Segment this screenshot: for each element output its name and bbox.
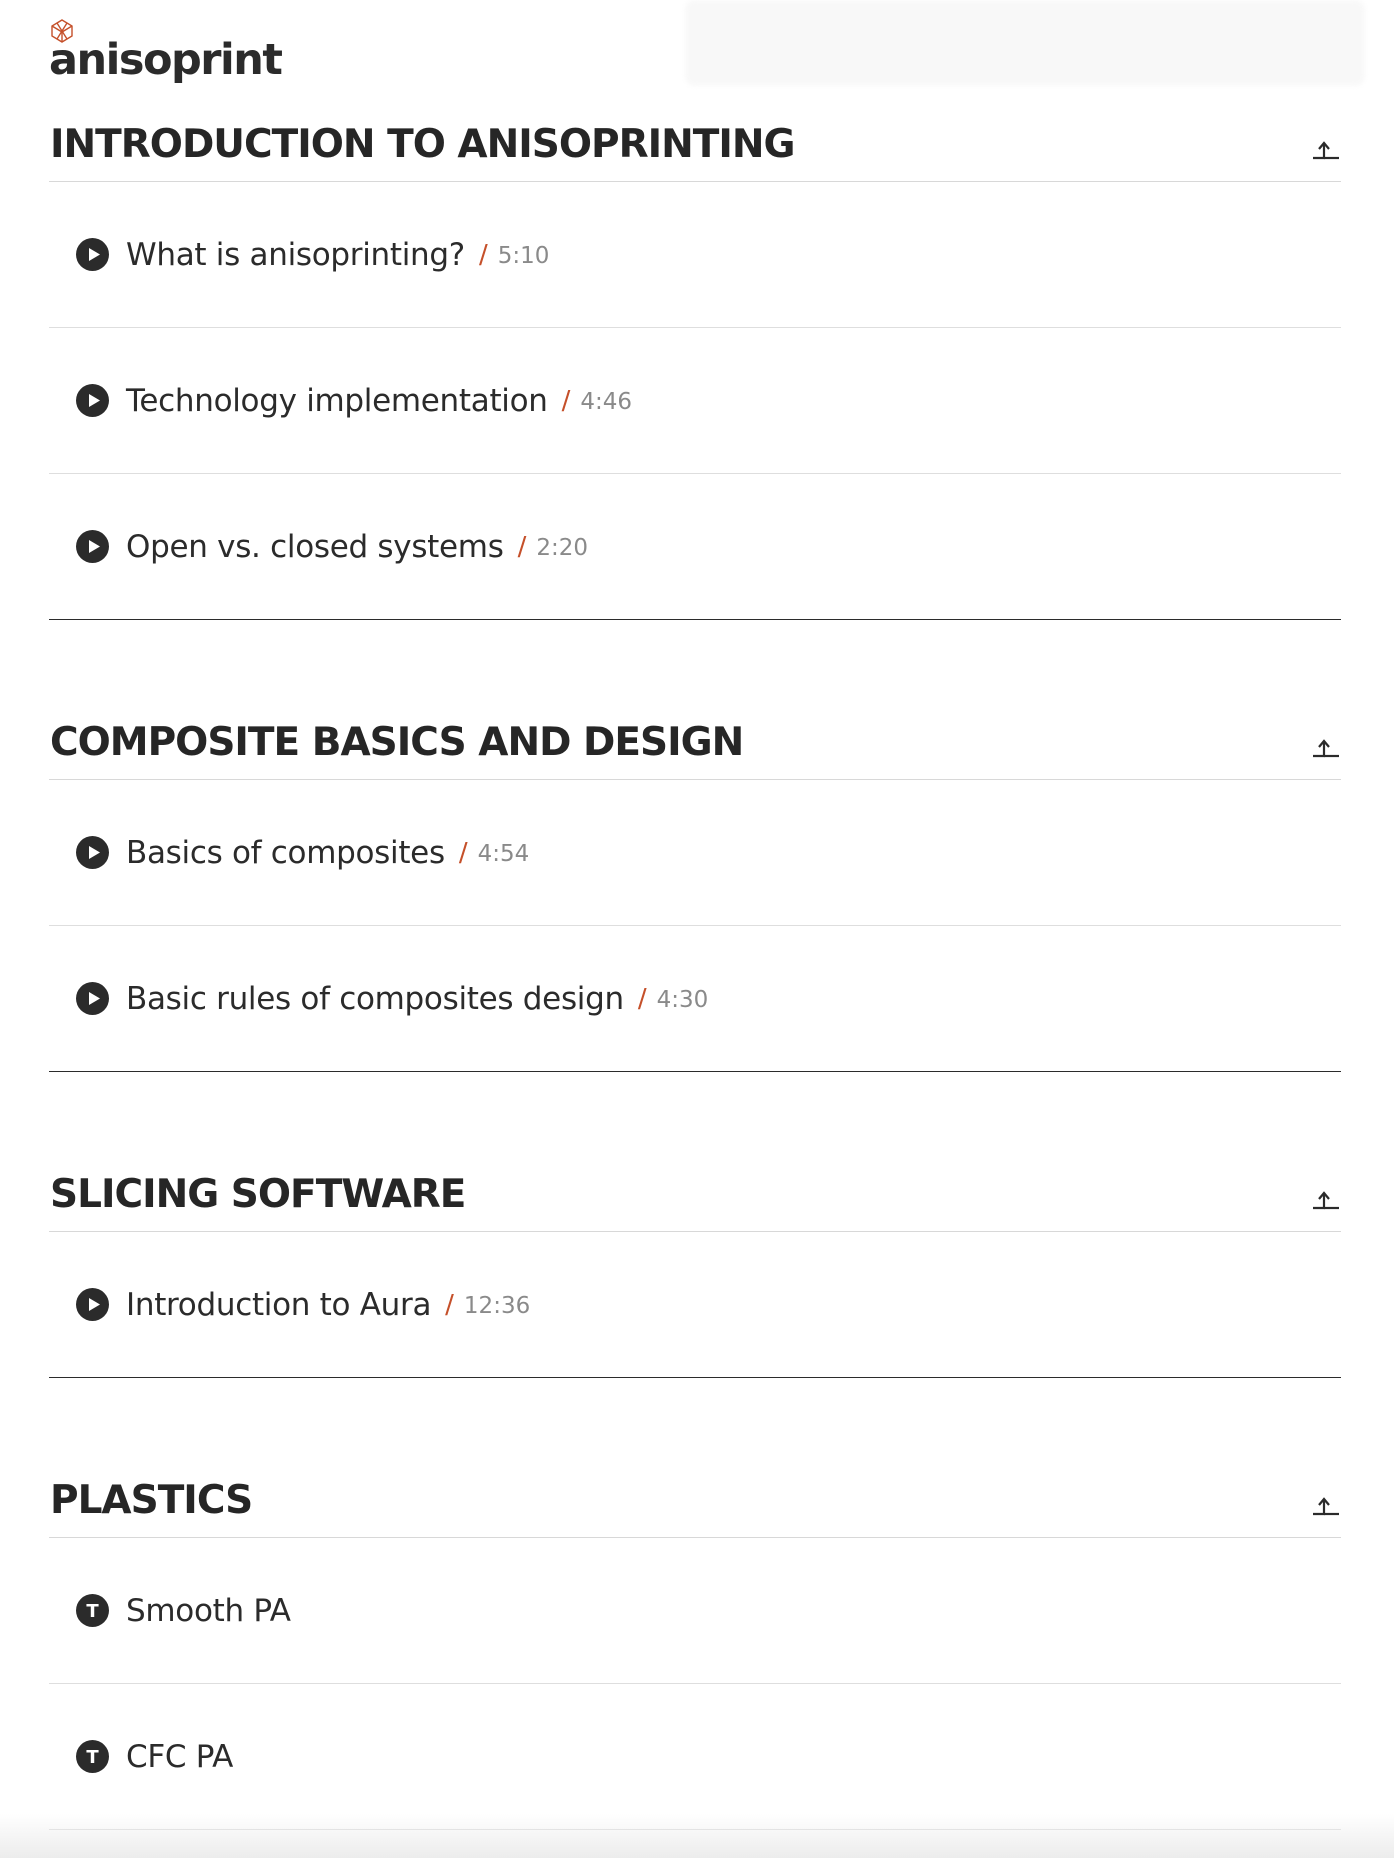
section-title: SLICING SOFTWARE xyxy=(50,1172,466,1217)
lesson-duration: 12:36 xyxy=(463,1293,531,1319)
section-header[interactable]: COMPOSITE BASICS AND DESIGN xyxy=(49,716,1341,780)
play-icon xyxy=(76,530,109,563)
section-header[interactable]: INTRODUCTION TO ANISOPRINTING xyxy=(49,118,1341,182)
duration-separator: / xyxy=(478,239,488,270)
logo-mark-icon xyxy=(51,19,73,43)
top-bar-background xyxy=(685,0,1365,86)
duration-separator: / xyxy=(561,385,571,416)
play-icon xyxy=(76,238,109,271)
bottom-fade xyxy=(0,1814,1394,1858)
material-title: Smooth PA xyxy=(126,1592,291,1629)
play-icon xyxy=(76,836,109,869)
text-doc-icon: T xyxy=(76,1594,109,1627)
section-slicing-software: SLICING SOFTWARE Introduction to Aura / … xyxy=(49,1168,1341,1378)
lesson-title: Basic rules of composites design xyxy=(126,980,624,1017)
section-title: INTRODUCTION TO ANISOPRINTING xyxy=(50,122,796,167)
lesson-item[interactable]: Basics of composites / 4:54 xyxy=(49,780,1341,926)
lesson-duration: 2:20 xyxy=(536,535,588,561)
duration-separator: / xyxy=(637,983,647,1014)
section-header[interactable]: PLASTICS xyxy=(49,1474,1341,1538)
duration-separator: / xyxy=(458,837,468,868)
material-item[interactable]: T CFC PA xyxy=(49,1684,1341,1830)
lesson-duration: 5:10 xyxy=(497,243,550,269)
section-introduction: INTRODUCTION TO ANISOPRINTING What is an… xyxy=(49,118,1341,620)
lesson-item[interactable]: What is anisoprinting? / 5:10 xyxy=(49,182,1341,328)
play-icon xyxy=(76,982,109,1015)
lesson-item[interactable]: Introduction to Aura / 12:36 xyxy=(49,1232,1341,1378)
section-plastics: PLASTICS T Smooth PA T CFC PA xyxy=(49,1474,1341,1830)
play-icon xyxy=(76,384,109,417)
duration-separator: / xyxy=(445,1289,454,1320)
logo-text: anisoprint xyxy=(49,35,283,85)
lesson-title: Basics of composites xyxy=(126,834,445,871)
play-icon xyxy=(76,1288,109,1321)
section-title: COMPOSITE BASICS AND DESIGN xyxy=(50,720,744,765)
header: anisoprint xyxy=(49,18,283,88)
lesson-title: Introduction to Aura xyxy=(126,1286,432,1323)
lesson-duration: 4:46 xyxy=(580,389,633,415)
material-item[interactable]: T Smooth PA xyxy=(49,1538,1341,1684)
collapse-arrow-icon[interactable] xyxy=(1311,737,1341,759)
section-header[interactable]: SLICING SOFTWARE xyxy=(49,1168,1341,1232)
lesson-title: What is anisoprinting? xyxy=(126,236,465,273)
material-title: CFC PA xyxy=(126,1738,234,1775)
section-title: PLASTICS xyxy=(50,1478,253,1523)
collapse-arrow-icon[interactable] xyxy=(1311,139,1341,161)
logo[interactable]: anisoprint xyxy=(49,18,283,85)
lesson-title: Technology implementation xyxy=(126,382,548,419)
collapse-arrow-icon[interactable] xyxy=(1311,1495,1341,1517)
page: anisoprint INTRODUCTION TO ANISOPRINTING… xyxy=(0,0,1394,1858)
lesson-duration: 4:54 xyxy=(477,841,530,867)
lesson-item[interactable]: Technology implementation / 4:46 xyxy=(49,328,1341,474)
svg-text:T: T xyxy=(86,1747,99,1768)
lesson-duration: 4:30 xyxy=(656,987,709,1013)
svg-text:T: T xyxy=(86,1601,99,1622)
lesson-item[interactable]: Basic rules of composites design / 4:30 xyxy=(49,926,1341,1072)
lesson-item[interactable]: Open vs. closed systems / 2:20 xyxy=(49,474,1341,620)
lesson-title: Open vs. closed systems xyxy=(126,528,504,565)
duration-separator: / xyxy=(517,531,527,562)
section-composite-basics: COMPOSITE BASICS AND DESIGN Basics of co… xyxy=(49,716,1341,1072)
text-doc-icon: T xyxy=(76,1740,109,1773)
collapse-arrow-icon[interactable] xyxy=(1311,1189,1341,1211)
